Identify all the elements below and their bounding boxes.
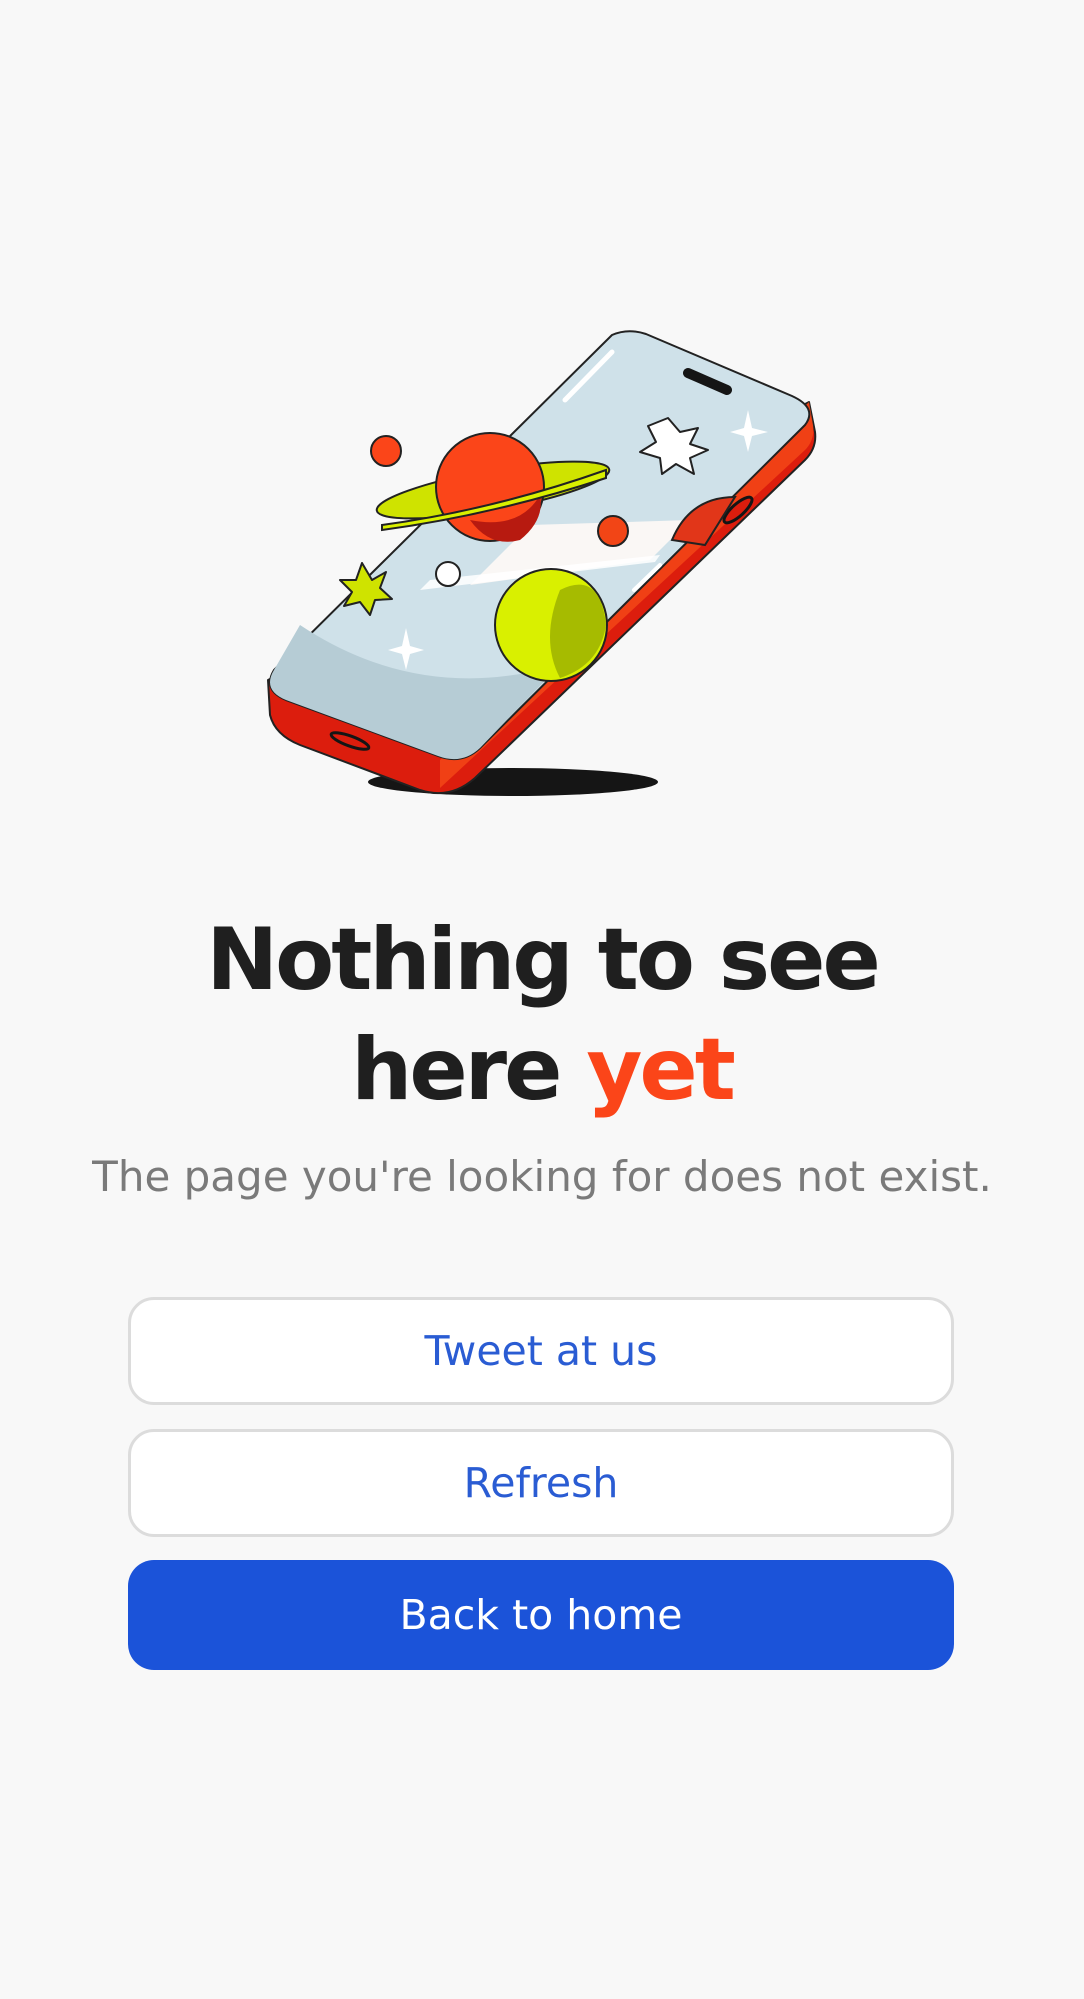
title-word-here: here bbox=[351, 1020, 562, 1120]
page-subtitle: The page you're looking for does not exi… bbox=[92, 1152, 992, 1201]
back-to-home-button[interactable]: Back to home bbox=[128, 1560, 954, 1670]
phone-planets-illustration bbox=[267, 330, 817, 796]
tweet-at-us-button[interactable]: Tweet at us bbox=[128, 1297, 954, 1405]
small-red-planet bbox=[370, 435, 402, 467]
title-accent-yet: yet bbox=[586, 1020, 735, 1120]
refresh-button[interactable]: Refresh bbox=[128, 1429, 954, 1537]
page-title: Nothing to see here yet bbox=[0, 905, 1084, 1125]
title-line-1: Nothing to see bbox=[206, 910, 881, 1010]
title-line-2: here yet bbox=[0, 1015, 1084, 1125]
